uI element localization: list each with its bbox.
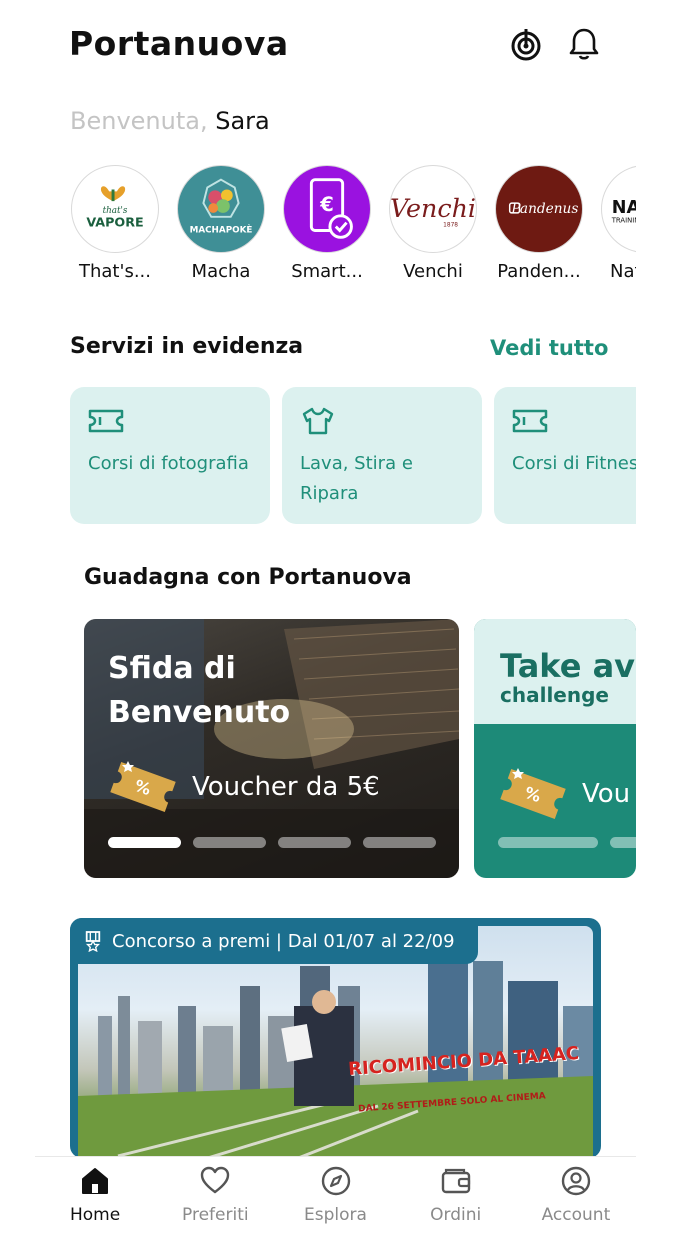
store-logo: NAT TRAINING [601,165,636,253]
store-logo: MACHAPOKÈ [177,165,265,253]
nav-label: Preferiti [182,1205,249,1225]
service-card[interactable]: Lava, Stira e Ripara [282,387,482,524]
svg-text:TRAINING: TRAINING [611,217,636,225]
progress-dot [193,837,266,848]
voucher-row: % Voucher da 5€ [108,757,380,817]
app-screen: Portanuova Benvenuta, Sara that's VAPORE [35,0,636,1244]
service-label: Corsi di fotografia [88,453,249,474]
challenge-card[interactable]: Sfida di Benvenuto % Voucher da 5€ [84,619,459,878]
bottom-nav: Home Preferiti Esplora Ordini Account [35,1156,636,1244]
progress-dot [498,837,598,848]
store-item[interactable]: MACHAPOKÈ Macha [176,165,266,282]
app-title: Portanuova [69,24,289,63]
service-card[interactable]: Corsi di fotografia [70,387,270,524]
stores-carousel[interactable]: that's VAPORE That's... MACHAPOKÈ Macha [70,165,636,285]
nav-preferiti[interactable]: Preferiti [155,1157,275,1244]
progress-dot [363,837,436,848]
home-icon [82,1168,109,1194]
contest-label-text: Concorso a premi | Dal 01/07 al 22/09 [112,930,455,952]
nav-ordini[interactable]: Ordini [396,1157,516,1244]
challenge-subtitle: challenge [500,683,609,707]
challenge-title: Take av [500,647,636,685]
store-logo: that's VAPORE [71,165,159,253]
service-card[interactable]: Corsi di Fitness [494,387,636,524]
award-icon [85,931,101,952]
service-label: Lava, Stira e Ripara [300,453,413,504]
progress-dot [278,837,351,848]
ticket-icon [88,407,124,435]
store-item[interactable]: NAT TRAINING Nat [600,165,636,282]
bell-icon[interactable] [565,25,603,63]
store-name: Panden... [497,261,581,282]
voucher-text: Voucher da 5€ [192,772,380,802]
progress-dots [108,837,436,848]
svg-text:NAT: NAT [612,198,636,218]
store-item[interactable]: that's VAPORE That's... [70,165,160,282]
welcome-name: Sara [215,107,270,135]
nav-esplora[interactable]: Esplora [275,1157,395,1244]
target-icon[interactable] [507,25,545,63]
challenge-card[interactable]: Take av challenge % Vou [474,619,636,878]
servizi-title: Servizi in evidenza [70,334,304,359]
store-item[interactable]: Venchi 1878 Venchi [388,165,478,282]
nav-label: Esplora [304,1205,367,1225]
voucher-text: Vou [582,779,631,809]
contest-banner[interactable]: Concorso a premi | Dal 01/07 al 22/09 RI… [70,918,601,1158]
store-name: Smart... [291,261,363,282]
welcome-greeting: Benvenuta, [70,107,208,135]
service-label: Corsi di Fitness [512,453,636,474]
nav-label: Account [541,1205,611,1225]
shirt-icon [300,407,336,435]
store-item[interactable]: € Smart... [282,165,372,282]
progress-dot [610,837,636,848]
svg-text:MACHAPOKÈ: MACHAPOKÈ [190,223,253,235]
svg-text:Venchi: Venchi [390,193,476,223]
see-all-link[interactable]: Vedi tutto [490,336,608,360]
challenge-title: Sfida di Benvenuto [108,651,291,730]
progress-dots [498,837,636,848]
guadagna-title: Guadagna con Portanuova [84,565,412,590]
store-logo: Venchi 1878 [389,165,477,253]
svg-text:Pandenus: Pandenus [510,201,578,217]
store-name: Venchi [403,261,463,282]
account-icon [561,1166,591,1196]
store-name: That's... [79,261,151,282]
nav-label: Home [70,1205,121,1225]
contest-label: Concorso a premi | Dal 01/07 al 22/09 [70,918,478,964]
progress-dot [108,837,181,848]
store-name: Nat [610,261,636,282]
store-item[interactable]: Pandenus Panden... [494,165,584,282]
compass-icon [321,1166,350,1196]
store-logo-text: VAPORE [86,215,143,230]
store-name: Macha [191,261,251,282]
wallet-icon [441,1168,470,1194]
voucher-row: % Vou [498,764,630,824]
voucher-icon: % [500,768,566,819]
nav-account[interactable]: Account [516,1157,636,1244]
store-logo: Pandenus [495,165,583,253]
nav-label: Ordini [430,1205,482,1225]
svg-text:1878: 1878 [443,223,458,229]
svg-text:€: € [319,193,334,216]
store-logo: € [283,165,371,253]
ticket-icon [512,407,548,435]
welcome-text: Benvenuta, Sara [70,107,270,135]
heart-icon [201,1166,230,1194]
nav-home[interactable]: Home [35,1157,155,1244]
voucher-icon: % [110,761,176,812]
